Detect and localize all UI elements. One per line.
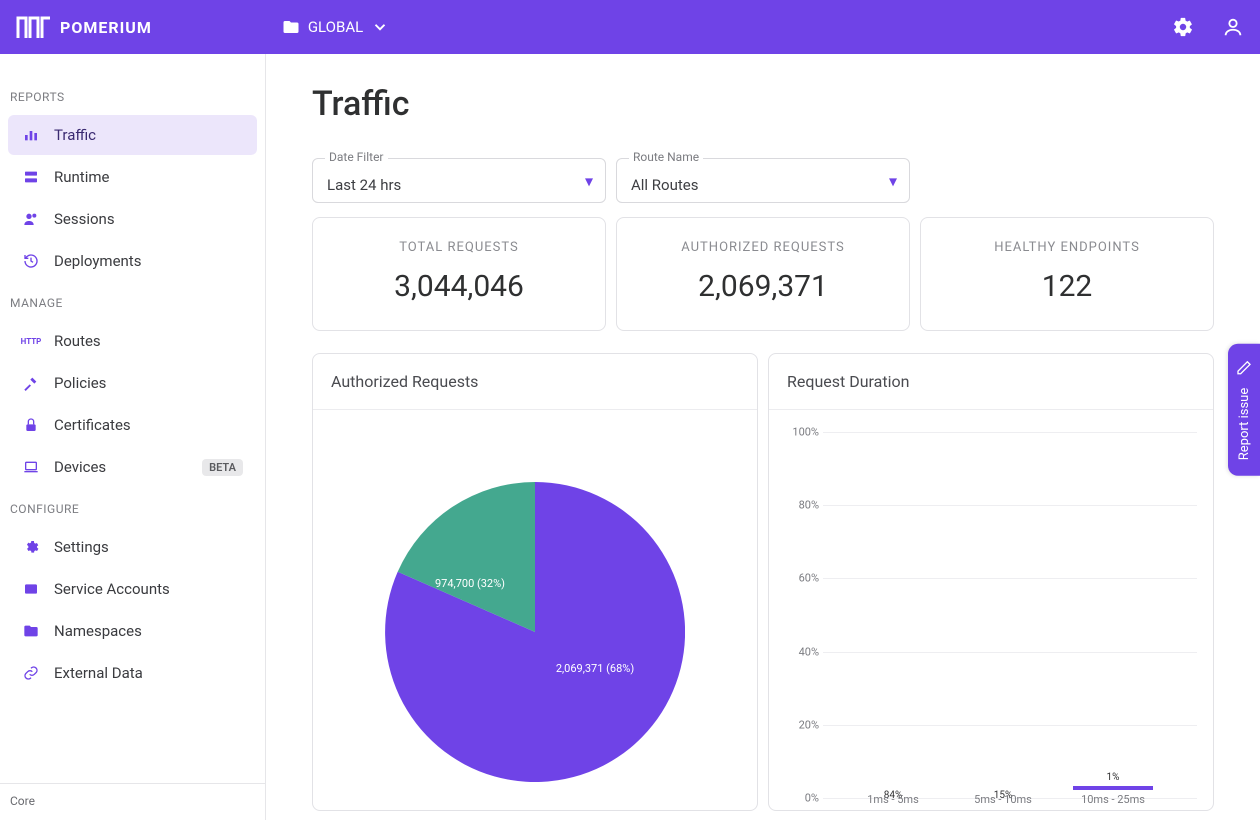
sidebar-section-title-reports: REPORTS — [0, 76, 265, 114]
sidebar-item-label: Traffic — [54, 126, 96, 144]
stat-label: HEALTHY ENDPOINTS — [931, 240, 1203, 255]
namespace-selector[interactable]: GLOBAL — [282, 18, 389, 36]
sidebar-item-traffic[interactable]: Traffic — [8, 115, 257, 155]
sidebar-section-title-configure: CONFIGURE — [0, 488, 265, 526]
stat-label: TOTAL REQUESTS — [323, 240, 595, 255]
sidebar-item-label: Sessions — [54, 210, 115, 228]
history-icon — [22, 252, 40, 270]
sidebar-item-label: Settings — [54, 538, 109, 556]
date-filter-label: Date Filter — [325, 150, 388, 164]
bar-chart: 100% 80% 60% 40% 20% 0% — [823, 424, 1197, 804]
sidebar-item-label: Deployments — [54, 252, 141, 270]
pie-slice-label-authorized: 2,069,371 (68%) — [556, 662, 635, 675]
brand-logo-icon — [16, 16, 50, 38]
report-issue-label: Report issue — [1237, 388, 1252, 460]
x-tick: 1ms - 5ms — [853, 793, 933, 806]
sidebar-item-service-accounts[interactable]: Service Accounts — [8, 569, 257, 609]
bar-rect: 1% — [1073, 786, 1153, 790]
x-tick: 5ms - 10ms — [963, 793, 1043, 806]
top-bar: POMERIUM GLOBAL — [0, 0, 1260, 54]
gear-icon — [22, 538, 40, 556]
sidebar-item-label: Routes — [54, 332, 101, 350]
brand-name: POMERIUM — [60, 18, 152, 37]
stat-authorized-requests: AUTHORIZED REQUESTS 2,069,371 — [616, 217, 910, 331]
link-icon — [22, 664, 40, 682]
pie-slice-label-unauthorized: 974,700 (32%) — [435, 577, 505, 590]
sidebar-item-routes[interactable]: HTTP Routes — [8, 321, 257, 361]
sidebar-footer: Core — [0, 783, 265, 820]
folder-icon — [22, 622, 40, 640]
sidebar-item-label: Namespaces — [54, 622, 142, 640]
stat-label: AUTHORIZED REQUESTS — [627, 240, 899, 255]
settings-gear-icon[interactable] — [1172, 16, 1194, 38]
sidebar: REPORTS Traffic Runtime Sessions Deploym… — [0, 54, 266, 820]
y-tick: 20% — [783, 718, 819, 731]
server-icon — [22, 168, 40, 186]
sidebar-item-namespaces[interactable]: Namespaces — [8, 611, 257, 651]
chevron-down-icon: ▾ — [585, 171, 593, 190]
namespace-label: GLOBAL — [308, 18, 363, 36]
chevron-down-icon — [371, 18, 389, 36]
card-title: Request Duration — [769, 354, 1213, 410]
user-icon[interactable] — [1222, 16, 1244, 38]
route-filter-value: All Routes — [631, 176, 698, 194]
chart-bar-icon — [22, 126, 40, 144]
y-tick: 80% — [783, 499, 819, 512]
x-tick: 10ms - 25ms — [1073, 793, 1153, 806]
route-filter-label: Route Name — [629, 150, 703, 164]
sidebar-item-label: External Data — [54, 664, 143, 682]
stat-value: 122 — [931, 269, 1203, 304]
sidebar-item-external-data[interactable]: External Data — [8, 653, 257, 693]
date-filter-select[interactable]: Date Filter Last 24 hrs ▾ — [312, 158, 606, 203]
card-authorized-requests: Authorized Requests 2,069,371 (68%) 974,… — [312, 353, 758, 811]
stat-healthy-endpoints: HEALTHY ENDPOINTS 122 — [920, 217, 1214, 331]
sidebar-item-certificates[interactable]: Certificates — [8, 405, 257, 445]
route-filter-select[interactable]: Route Name All Routes ▾ — [616, 158, 910, 203]
stat-value: 2,069,371 — [627, 269, 899, 304]
sidebar-item-label: Service Accounts — [54, 580, 170, 598]
date-filter-value: Last 24 hrs — [327, 176, 401, 194]
y-tick: 100% — [783, 426, 819, 439]
y-tick: 60% — [783, 572, 819, 585]
sidebar-item-policies[interactable]: Policies — [8, 363, 257, 403]
beta-badge: BETA — [202, 459, 243, 476]
page-title: Traffic — [312, 84, 1214, 124]
sidebar-item-label: Certificates — [54, 416, 131, 434]
id-card-icon — [22, 580, 40, 598]
sidebar-item-label: Devices — [54, 458, 106, 476]
stat-value: 3,044,046 — [323, 269, 595, 304]
sidebar-item-devices[interactable]: Devices BETA — [8, 447, 257, 487]
sidebar-item-label: Runtime — [54, 168, 109, 186]
http-icon: HTTP — [22, 332, 40, 350]
sidebar-item-deployments[interactable]: Deployments — [8, 241, 257, 281]
brand: POMERIUM — [16, 16, 152, 38]
stat-total-requests: TOTAL REQUESTS 3,044,046 — [312, 217, 606, 331]
users-icon — [22, 210, 40, 228]
sidebar-item-settings[interactable]: Settings — [8, 527, 257, 567]
sidebar-section-title-manage: MANAGE — [0, 282, 265, 320]
gavel-icon — [22, 374, 40, 392]
y-tick: 0% — [783, 792, 819, 805]
folder-icon — [282, 18, 300, 36]
sidebar-item-runtime[interactable]: Runtime — [8, 157, 257, 197]
card-title: Authorized Requests — [313, 354, 757, 410]
y-tick: 40% — [783, 645, 819, 658]
bar-value-label: 1% — [1073, 772, 1153, 783]
card-request-duration: Request Duration 100% 80% 60% 40% 20% — [768, 353, 1214, 811]
sidebar-item-label: Policies — [54, 374, 106, 392]
report-issue-tab[interactable]: Report issue — [1228, 344, 1260, 476]
main-content: Traffic Date Filter Last 24 hrs ▾ Route … — [266, 54, 1260, 820]
sidebar-item-sessions[interactable]: Sessions — [8, 199, 257, 239]
laptop-icon — [22, 458, 40, 476]
pie-chart: 2,069,371 (68%) 974,700 (32%) — [323, 424, 747, 810]
chevron-down-icon: ▾ — [889, 171, 897, 190]
lock-icon — [22, 416, 40, 434]
pencil-icon — [1236, 360, 1252, 380]
